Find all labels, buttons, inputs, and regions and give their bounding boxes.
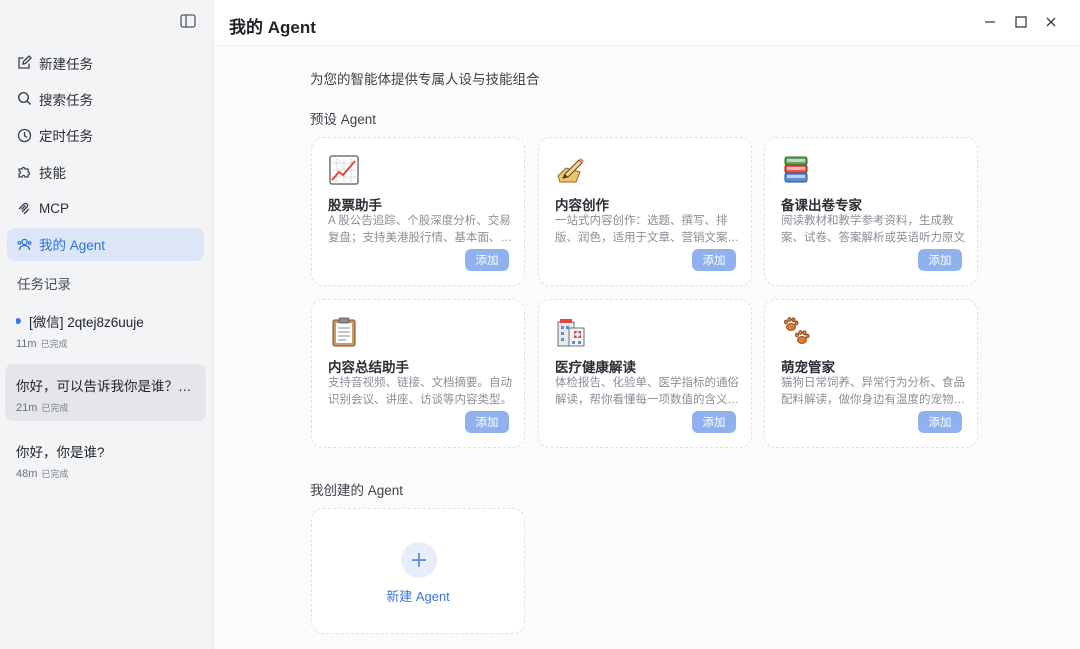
sidebar-toggle-icon[interactable] xyxy=(180,14,198,30)
add-agent-button[interactable]: 添加 xyxy=(918,249,962,271)
edit-icon xyxy=(17,55,32,70)
agent-card-pet[interactable]: 萌宠管家 猫狗日常饲养、异常行为分析、食品配料解读，做你身边有温度的宠物顾问 添… xyxy=(764,299,978,448)
main-content: 为您的智能体提供专属人设与技能组合 预设 Agent 股票助手 A 股公告追踪、… xyxy=(215,47,1080,649)
clipboard-icon xyxy=(328,316,360,348)
sidebar-item-label: 技能 xyxy=(39,165,66,181)
sidebar-item-label: 我的 Agent xyxy=(39,238,106,254)
task-item[interactable]: 你好，你是谁? 48m 已完成 xyxy=(5,430,206,480)
header: 我的 Agent xyxy=(215,0,1080,46)
preset-section-title: 预设 Agent xyxy=(310,112,377,127)
agent-card-title: 股票助手 xyxy=(328,198,382,213)
sidebar-item-label: 搜索任务 xyxy=(39,92,93,108)
agent-icon xyxy=(17,237,32,252)
agent-card-content-creation[interactable]: 内容创作 一站式内容创作：选题、撰写、排版、润色，适用于文章、营销文案等多种场景… xyxy=(538,137,752,286)
maximize-icon[interactable] xyxy=(1013,14,1029,30)
sidebar-item-label: 定时任务 xyxy=(39,129,93,145)
agent-card-title: 萌宠管家 xyxy=(781,360,835,375)
add-agent-button[interactable]: 添加 xyxy=(692,411,736,433)
sidebar-item-mcp[interactable]: MCP xyxy=(7,192,204,225)
mcp-icon xyxy=(17,201,32,216)
paw-icon xyxy=(781,316,813,348)
add-agent-button[interactable]: 添加 xyxy=(465,411,509,433)
unread-dot xyxy=(16,318,21,324)
agent-card-desc: 体检报告、化验单、医学指标的通俗解读，帮你看懂每一项数值的含义与建议 xyxy=(555,377,739,406)
close-icon[interactable] xyxy=(1043,14,1059,30)
clock-icon xyxy=(17,128,32,143)
page-subtitle: 为您的智能体提供专属人设与技能组合 xyxy=(310,72,540,87)
agent-card-desc: 一站式内容创作：选题、撰写、排版、润色，适用于文章、营销文案等多种场景 xyxy=(555,215,739,244)
sidebar-item-my-agent[interactable]: 我的 Agent xyxy=(7,227,204,261)
task-status: 已完成 xyxy=(41,469,69,479)
plus-icon: + xyxy=(401,542,437,578)
sidebar-item-scheduled-task[interactable]: 定时任务 xyxy=(7,119,204,152)
new-agent-card[interactable]: + 新建 Agent xyxy=(311,508,525,634)
task-time: 48m xyxy=(16,468,38,480)
agent-card-stock[interactable]: 股票助手 A 股公告追踪、个股深度分析、交易复盘；支持美港股行情、基本面、技术面… xyxy=(311,137,525,286)
writing-icon xyxy=(555,154,587,186)
search-icon xyxy=(17,91,32,106)
agent-card-desc: A 股公告追踪、个股深度分析、交易复盘；支持美港股行情、基本面、技术面分析 xyxy=(328,215,512,244)
sidebar-item-search-task[interactable]: 搜索任务 xyxy=(7,82,204,115)
add-agent-button[interactable]: 添加 xyxy=(465,249,509,271)
agent-card-title: 备课出卷专家 xyxy=(781,198,862,213)
chart-icon xyxy=(328,154,360,186)
task-history-label: 任务记录 xyxy=(17,277,71,292)
task-status: 已完成 xyxy=(40,339,68,349)
task-status: 已完成 xyxy=(41,403,69,413)
agent-card-desc: 猫狗日常饲养、异常行为分析、食品配料解读，做你身边有温度的宠物顾问 xyxy=(781,377,965,406)
task-time: 11m xyxy=(16,338,37,350)
puzzle-icon xyxy=(17,164,32,179)
agent-card-title: 内容创作 xyxy=(555,198,609,213)
sidebar: 新建任务 搜索任务 定时任务 技能 MCP 我的 Agent 任务记录 [微信]… xyxy=(0,0,214,649)
agent-card-desc: 支持音视频、链接、文档摘要。自动识别会议、讲座、访谈等内容类型。 xyxy=(328,377,512,406)
hospital-icon xyxy=(555,316,587,348)
agent-card-summary[interactable]: 内容总结助手 支持音视频、链接、文档摘要。自动识别会议、讲座、访谈等内容类型。 … xyxy=(311,299,525,448)
task-item[interactable]: [微信] 2qtej8z6uuje 11m 已完成 xyxy=(5,307,206,353)
sidebar-item-label: 新建任务 xyxy=(39,56,93,72)
add-agent-button[interactable]: 添加 xyxy=(918,411,962,433)
agent-card-desc: 阅读教材和教学参考资料，生成教案、试卷、答案解析或英语听力原文 xyxy=(781,215,965,244)
agent-card-medical[interactable]: 医疗健康解读 体检报告、化验单、医学指标的通俗解读，帮你看懂每一项数值的含义与建… xyxy=(538,299,752,448)
agent-card-lesson-exam[interactable]: 备课出卷专家 阅读教材和教学参考资料，生成教案、试卷、答案解析或英语听力原文 添… xyxy=(764,137,978,286)
sidebar-nav: 新建任务 搜索任务 定时任务 技能 MCP 我的 Agent xyxy=(7,46,204,264)
agent-card-title: 内容总结助手 xyxy=(328,360,409,375)
task-title: 你好，可以告诉我你是谁？使用中文回答 xyxy=(16,379,194,394)
task-item[interactable]: 你好，可以告诉我你是谁？使用中文回答 21m已完成 xyxy=(5,364,206,421)
add-agent-button[interactable]: 添加 xyxy=(692,249,736,271)
task-title: [微信] 2qtej8z6uuje xyxy=(29,315,144,330)
sidebar-item-new-task[interactable]: 新建任务 xyxy=(7,46,204,79)
created-section-title: 我创建的 Agent xyxy=(310,483,404,498)
books-icon xyxy=(781,154,813,186)
minimize-icon[interactable] xyxy=(982,14,998,30)
agent-card-title: 医疗健康解读 xyxy=(555,360,636,375)
sidebar-item-skills[interactable]: 技能 xyxy=(7,155,204,188)
page-title: 我的 Agent xyxy=(229,18,316,37)
new-agent-label: 新建 Agent xyxy=(386,589,450,604)
task-title: 你好，你是谁? xyxy=(16,445,105,460)
sidebar-item-label: MCP xyxy=(39,200,69,216)
task-time: 21m xyxy=(16,402,38,414)
